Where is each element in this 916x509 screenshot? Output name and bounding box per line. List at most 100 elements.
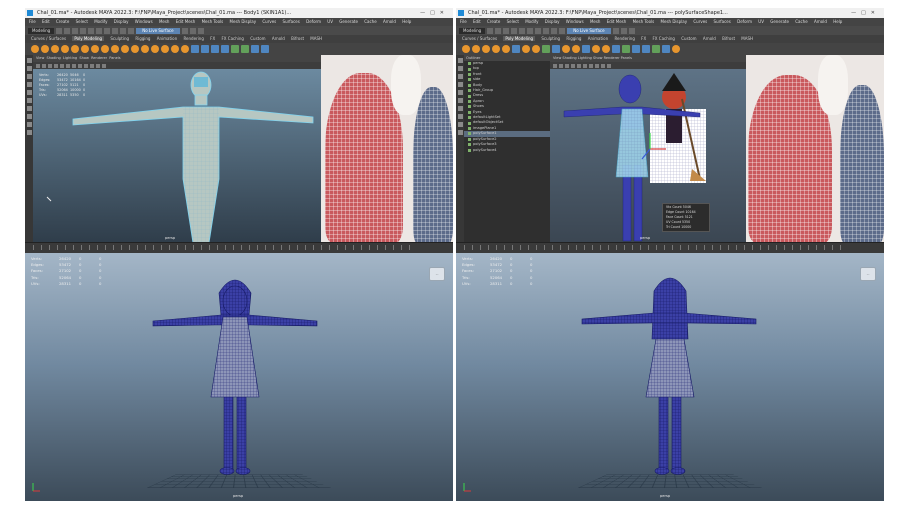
render-icon[interactable] [612, 27, 619, 34]
mode-selector[interactable]: Modeling [28, 27, 55, 34]
planar-map-icon[interactable] [221, 45, 229, 53]
bridge-icon[interactable] [171, 45, 179, 53]
poly-torus-icon[interactable] [81, 45, 89, 53]
menu-curves[interactable]: Curves [693, 19, 707, 24]
wireframe-on-shaded-icon[interactable] [589, 63, 593, 68]
shelf-tab[interactable]: MASH [310, 36, 322, 41]
parent-icon[interactable] [672, 45, 680, 53]
extrude-icon[interactable] [161, 45, 169, 53]
select-tool-icon[interactable] [26, 58, 32, 63]
shelf-tab[interactable]: Sculpting [541, 36, 560, 41]
undo-icon[interactable] [72, 27, 79, 34]
delete-history-icon[interactable] [261, 45, 269, 53]
menu-uv[interactable]: UV [758, 19, 764, 24]
menu-display[interactable]: Display [545, 19, 560, 24]
menu-deform[interactable]: Deform [737, 19, 752, 24]
select-tool-icon[interactable] [457, 58, 463, 63]
menu-edit[interactable]: Edit [42, 19, 50, 24]
menu-surfaces[interactable]: Surfaces [714, 19, 731, 24]
render-settings-icon[interactable] [197, 27, 204, 34]
menu-modify[interactable]: Modify [525, 19, 538, 24]
viewport-persp[interactable]: Vtx Count 5046 Edge Count 10164 Face Cou… [550, 69, 746, 243]
window-controls[interactable]: —□✕ [420, 8, 449, 18]
delete-history-icon[interactable] [642, 45, 650, 53]
lighting-icon[interactable] [601, 63, 605, 68]
shelf-tab[interactable]: Animation [157, 36, 177, 41]
redo-icon[interactable] [80, 27, 87, 34]
shelf-tab[interactable]: FX [641, 36, 646, 41]
multi-cut-icon[interactable] [191, 45, 199, 53]
lighting-icon[interactable] [84, 63, 88, 68]
shelf-tab[interactable]: Bifrost [291, 36, 304, 41]
time-slider[interactable] [456, 242, 884, 253]
menu-uv[interactable]: UV [327, 19, 333, 24]
lasso-tool-icon[interactable] [26, 66, 32, 71]
shelf-tab-active[interactable]: Poly Modeling [72, 36, 105, 41]
paint-select-icon[interactable] [26, 74, 32, 79]
outliner-layout-icon[interactable] [457, 130, 463, 135]
move-tool-icon[interactable] [457, 82, 463, 87]
menu-mesh-tools[interactable]: Mesh Tools [633, 19, 655, 24]
isolate-select-icon[interactable] [102, 63, 106, 68]
save-scene-icon[interactable] [64, 27, 71, 34]
menu-generate[interactable]: Generate [339, 19, 358, 24]
select-by-object-icon[interactable] [96, 27, 103, 34]
shadows-icon[interactable] [90, 63, 94, 68]
freeze-transform-icon[interactable] [251, 45, 259, 53]
target-weld-icon[interactable] [602, 45, 610, 53]
time-slider[interactable] [25, 242, 453, 253]
lock-camera-icon[interactable] [559, 63, 563, 68]
lock-camera-icon[interactable] [42, 63, 46, 68]
undo-icon[interactable] [503, 27, 510, 34]
image-plane-icon[interactable] [48, 63, 52, 68]
shelf-tab[interactable]: Animation [588, 36, 608, 41]
menu-cache[interactable]: Cache [795, 19, 807, 24]
render-icon[interactable] [181, 27, 188, 34]
menu-mesh[interactable]: Mesh [590, 19, 601, 24]
shelf-tab[interactable]: FX [210, 36, 215, 41]
poly-platonic-icon[interactable] [101, 45, 109, 53]
poly-cylinder-icon[interactable] [51, 45, 59, 53]
snap-point-icon[interactable] [128, 27, 135, 34]
freeze-transform-icon[interactable] [632, 45, 640, 53]
menu-arnold[interactable]: Arnold [814, 19, 827, 24]
image-plane-icon[interactable] [565, 63, 569, 68]
grid-toggle-icon[interactable] [54, 63, 58, 68]
select-by-component-icon[interactable] [104, 27, 111, 34]
center-pivot-icon[interactable] [652, 45, 660, 53]
menu-select[interactable]: Select [76, 19, 88, 24]
target-weld-icon[interactable] [201, 45, 209, 53]
live-surface-field[interactable]: No Live Surface [136, 27, 180, 34]
last-tool-icon[interactable] [26, 106, 32, 111]
mode-selector[interactable]: Modeling [459, 27, 486, 34]
poly-cone-icon[interactable] [61, 45, 69, 53]
move-tool-icon[interactable] [26, 82, 32, 87]
menu-help[interactable]: Help [402, 19, 411, 24]
ipr-render-icon[interactable] [620, 27, 627, 34]
wireframe-icon[interactable] [577, 63, 581, 68]
save-scene-icon[interactable] [495, 27, 502, 34]
select-by-component-icon[interactable] [535, 27, 542, 34]
snap-curve-icon[interactable] [120, 27, 127, 34]
panel-menu-panels[interactable]: Panels [109, 56, 120, 60]
smooth-icon[interactable] [131, 45, 139, 53]
camera-icon[interactable] [553, 63, 557, 68]
last-tool-icon[interactable] [457, 106, 463, 111]
menu-edit-mesh[interactable]: Edit Mesh [176, 19, 196, 24]
shelf-tab[interactable]: Rendering [183, 36, 203, 41]
xray-icon[interactable] [607, 63, 611, 68]
select-by-hierarchy-icon[interactable] [519, 27, 526, 34]
four-view-icon[interactable] [457, 122, 463, 127]
menu-create[interactable]: Create [56, 19, 69, 24]
select-by-object-icon[interactable] [527, 27, 534, 34]
camera-icon[interactable] [36, 63, 40, 68]
rotate-tool-icon[interactable] [457, 90, 463, 95]
scale-tool-icon[interactable] [457, 98, 463, 103]
menu-windows[interactable]: Windows [566, 19, 584, 24]
poly-cylinder-icon[interactable] [482, 45, 490, 53]
viewport-persp[interactable]: Verts: 26420 5046 0 Edges: 53472 10164 0 Faces… [33, 69, 321, 243]
live-surface-field[interactable]: No Live Surface [567, 27, 611, 34]
paint-select-icon[interactable] [457, 74, 463, 79]
poly-cube-icon[interactable] [41, 45, 49, 53]
scale-tool-icon[interactable] [26, 98, 32, 103]
